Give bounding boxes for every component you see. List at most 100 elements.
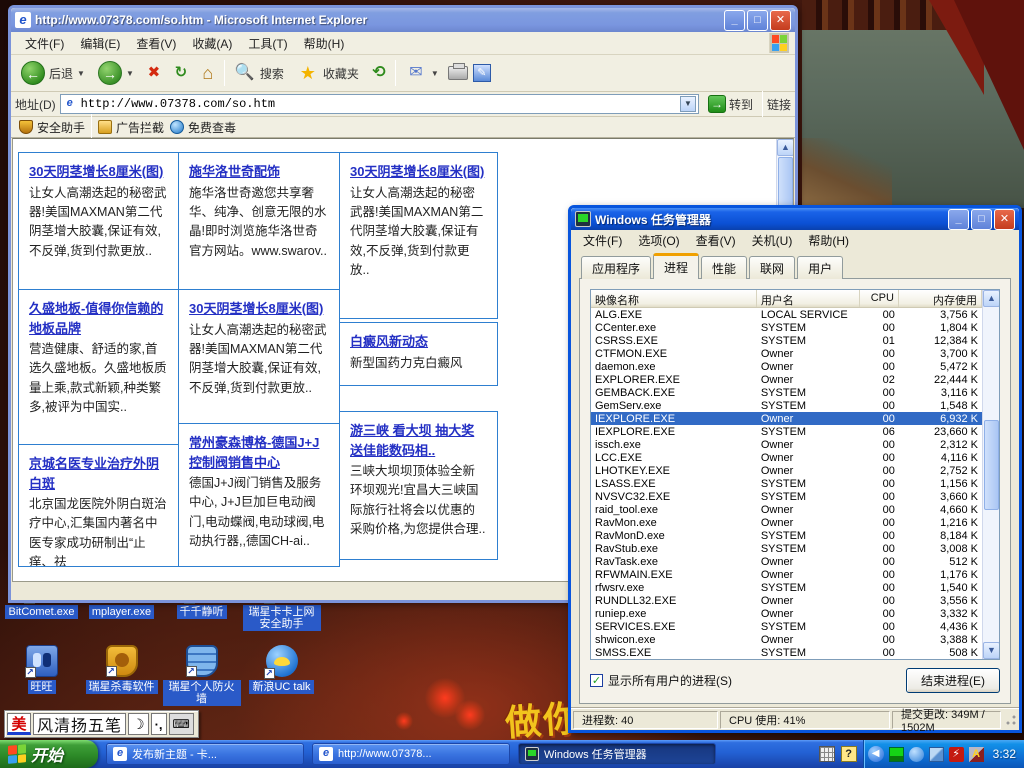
ad-link[interactable]: 白癜风新动态 xyxy=(350,334,428,349)
process-row[interactable]: GemServ.exe SYSTEM 00 1,548 K xyxy=(591,399,982,412)
menu-item[interactable]: 帮助(H) xyxy=(296,32,353,55)
process-row[interactable]: raid_tool.exe Owner 00 4,660 K xyxy=(591,503,982,516)
menu-item[interactable]: 帮助(H) xyxy=(800,230,857,251)
end-process-button[interactable]: 结束进程(E) xyxy=(906,668,1000,693)
close-button[interactable]: ✕ xyxy=(994,209,1015,230)
tab[interactable]: 性能 xyxy=(701,256,747,279)
rising-antivirus-tray-icon[interactable]: ⚡ xyxy=(949,747,964,762)
tab[interactable]: 用户 xyxy=(797,256,843,279)
virus-scan-button[interactable]: 免费查毒 xyxy=(170,119,236,136)
favorites-button[interactable]: ★ 收藏夹 xyxy=(293,60,363,86)
back-dropdown-icon[interactable]: ▼ xyxy=(77,69,85,78)
network-tray-icon[interactable] xyxy=(929,747,944,762)
minimize-button[interactable]: _ xyxy=(724,10,745,31)
ad-link[interactable]: 30天阴茎增长8厘米(图) xyxy=(350,164,484,179)
process-row[interactable]: CSRSS.EXE SYSTEM 01 12,384 K xyxy=(591,334,982,347)
scrollbar-thumb[interactable] xyxy=(984,420,999,510)
mail-dropdown-icon[interactable]: ▼ xyxy=(431,69,439,78)
home-button[interactable]: ⌂ xyxy=(197,62,219,84)
process-row[interactable]: daemon.exe Owner 00 5,472 K xyxy=(591,360,982,373)
process-row[interactable]: RavMon.exe Owner 00 1,216 K xyxy=(591,516,982,529)
go-button[interactable]: → 转到 xyxy=(703,94,758,114)
column-header-mem[interactable]: 内存使用 xyxy=(899,290,982,307)
process-row[interactable]: CTFMON.EXE Owner 00 3,700 K xyxy=(591,347,982,360)
tab[interactable]: 进程 xyxy=(653,253,699,279)
process-row[interactable]: RUNDLL32.EXE Owner 00 3,556 K xyxy=(591,594,982,607)
maximize-button[interactable]: □ xyxy=(747,10,768,31)
ad-link[interactable]: 常州豪森博格-德国J+J控制阀销售中心 xyxy=(189,435,319,470)
close-button[interactable]: ✕ xyxy=(770,10,791,31)
process-row[interactable]: LCC.EXE Owner 00 4,116 K xyxy=(591,451,982,464)
column-header-user[interactable]: 用户名 xyxy=(757,290,860,307)
ime-punctuation-icon[interactable]: ·, xyxy=(151,713,167,735)
ime-name-label[interactable]: 风清扬五笔 xyxy=(33,713,126,735)
tab[interactable]: 联网 xyxy=(749,256,795,279)
process-row[interactable]: SERVICES.EXE SYSTEM 00 4,436 K xyxy=(591,620,982,633)
desktop-icon-rising-antivirus[interactable]: ↗ 瑞星杀毒软件 xyxy=(82,645,161,706)
forward-button[interactable]: → ▼ xyxy=(94,59,138,87)
keyboard-layout-icon[interactable] xyxy=(819,746,835,762)
history-button[interactable]: ⟲ xyxy=(368,62,390,84)
cpu-meter-tray-icon[interactable] xyxy=(889,747,904,762)
ad-block-button[interactable]: 广告拦截 xyxy=(98,119,164,136)
taskbar-button-task-manager[interactable]: Windows 任务管理器 xyxy=(518,743,716,765)
ime-keyboard-icon[interactable]: ⌨ xyxy=(169,713,194,735)
scroll-up-icon[interactable]: ▲ xyxy=(777,139,794,156)
forward-dropdown-icon[interactable]: ▼ xyxy=(126,69,134,78)
process-row[interactable]: ALG.EXE LOCAL SERVICE 00 3,756 K xyxy=(591,308,982,321)
refresh-button[interactable]: ↻ xyxy=(170,62,192,84)
security-assistant-button[interactable]: 安全助手 xyxy=(19,119,85,136)
menu-item[interactable]: 文件(F) xyxy=(17,32,72,55)
menu-item[interactable]: 文件(F) xyxy=(575,230,630,251)
desktop-icon-wangwang[interactable]: ↗ 旺旺 xyxy=(2,645,81,706)
desktop-icon-rising-firewall[interactable]: ↗ 瑞星个人防火墙 xyxy=(162,645,241,706)
process-row[interactable]: RFWMAIN.EXE Owner 00 1,176 K xyxy=(591,568,982,581)
search-button[interactable]: 🔍 搜索 xyxy=(230,60,288,86)
process-row[interactable]: shwicon.exe Owner 00 3,388 K xyxy=(591,633,982,646)
ad-link[interactable]: 施华洛世奇配饰 xyxy=(189,164,280,179)
links-label[interactable]: 链接 xyxy=(767,96,791,113)
taskbar-button-forum[interactable]: e 发布新主题 - 卡... xyxy=(106,743,304,765)
desktop-icon-uc-talk[interactable]: ↗ 新浪UC talk xyxy=(242,645,321,706)
process-row[interactable]: RavTask.exe Owner 00 512 K xyxy=(591,555,982,568)
menu-item[interactable]: 关机(U) xyxy=(744,230,801,251)
mail-button[interactable]: ✉ ▼ xyxy=(401,60,443,86)
process-row[interactable]: rfwsrv.exe SYSTEM 00 1,540 K xyxy=(591,581,982,594)
process-row[interactable]: LHOTKEY.EXE Owner 00 2,752 K xyxy=(591,464,982,477)
ie-titlebar[interactable]: e http://www.07378.com/so.htm - Microsof… xyxy=(11,8,795,32)
process-list-scrollbar[interactable]: ▲ ▼ xyxy=(982,290,999,659)
scroll-down-icon[interactable]: ▼ xyxy=(983,642,1000,659)
ad-link[interactable]: 游三峡 看大坝 抽大奖 送佳能数码相.. xyxy=(350,423,474,458)
messenger-tray-icon[interactable] xyxy=(909,747,924,762)
tray-collapse-chevron-icon[interactable]: ◀ xyxy=(868,746,884,762)
ime-fullhalf-icon[interactable]: ☽ xyxy=(128,713,149,735)
process-row[interactable]: SMSS.EXE SYSTEM 00 508 K xyxy=(591,646,982,659)
ime-language-button[interactable]: 美 xyxy=(7,713,31,735)
stop-button[interactable]: ✖ xyxy=(143,62,165,84)
ad-link[interactable]: 30天阴茎增长8厘米(图) xyxy=(189,301,323,316)
minimize-button[interactable]: _ xyxy=(948,209,969,230)
menu-item[interactable]: 收藏(A) xyxy=(184,32,240,55)
ime-help-icon[interactable]: ? xyxy=(841,746,857,762)
ad-link[interactable]: 久盛地板-值得你信赖的地板品牌 xyxy=(29,301,163,336)
menu-item[interactable]: 查看(V) xyxy=(688,230,744,251)
column-header-name[interactable]: 映像名称 xyxy=(591,290,757,307)
process-row[interactable]: NVSVC32.EXE SYSTEM 00 3,660 K xyxy=(591,490,982,503)
ad-link[interactable]: 30天阴茎增长8厘米(图) xyxy=(29,164,163,179)
process-row[interactable]: issch.exe Owner 00 2,312 K xyxy=(591,438,982,451)
menu-item[interactable]: 查看(V) xyxy=(128,32,184,55)
graphics-utility-tray-icon[interactable]: A xyxy=(969,747,984,762)
taskbar-button-07378[interactable]: e http://www.07378... xyxy=(312,743,510,765)
resize-grip[interactable] xyxy=(1005,714,1017,726)
menu-item[interactable]: 选项(O) xyxy=(630,230,687,251)
ad-link[interactable]: 京城名医专业治疗外阴白斑 xyxy=(29,456,159,491)
process-row[interactable]: RavMonD.exe SYSTEM 00 8,184 K xyxy=(591,529,982,542)
process-row[interactable]: LSASS.EXE SYSTEM 00 1,156 K xyxy=(591,477,982,490)
process-row[interactable]: RavStub.exe SYSTEM 00 3,008 K xyxy=(591,542,982,555)
task-manager-titlebar[interactable]: Windows 任务管理器 _ □ ✕ xyxy=(571,208,1019,230)
process-row[interactable]: EXPLORER.EXE Owner 02 22,444 K xyxy=(591,373,982,386)
process-row[interactable]: runiep.exe Owner 00 3,332 K xyxy=(591,607,982,620)
column-header-cpu[interactable]: CPU xyxy=(860,290,899,307)
process-row[interactable]: CCenter.exe SYSTEM 00 1,804 K xyxy=(591,321,982,334)
scroll-up-icon[interactable]: ▲ xyxy=(983,290,1000,307)
